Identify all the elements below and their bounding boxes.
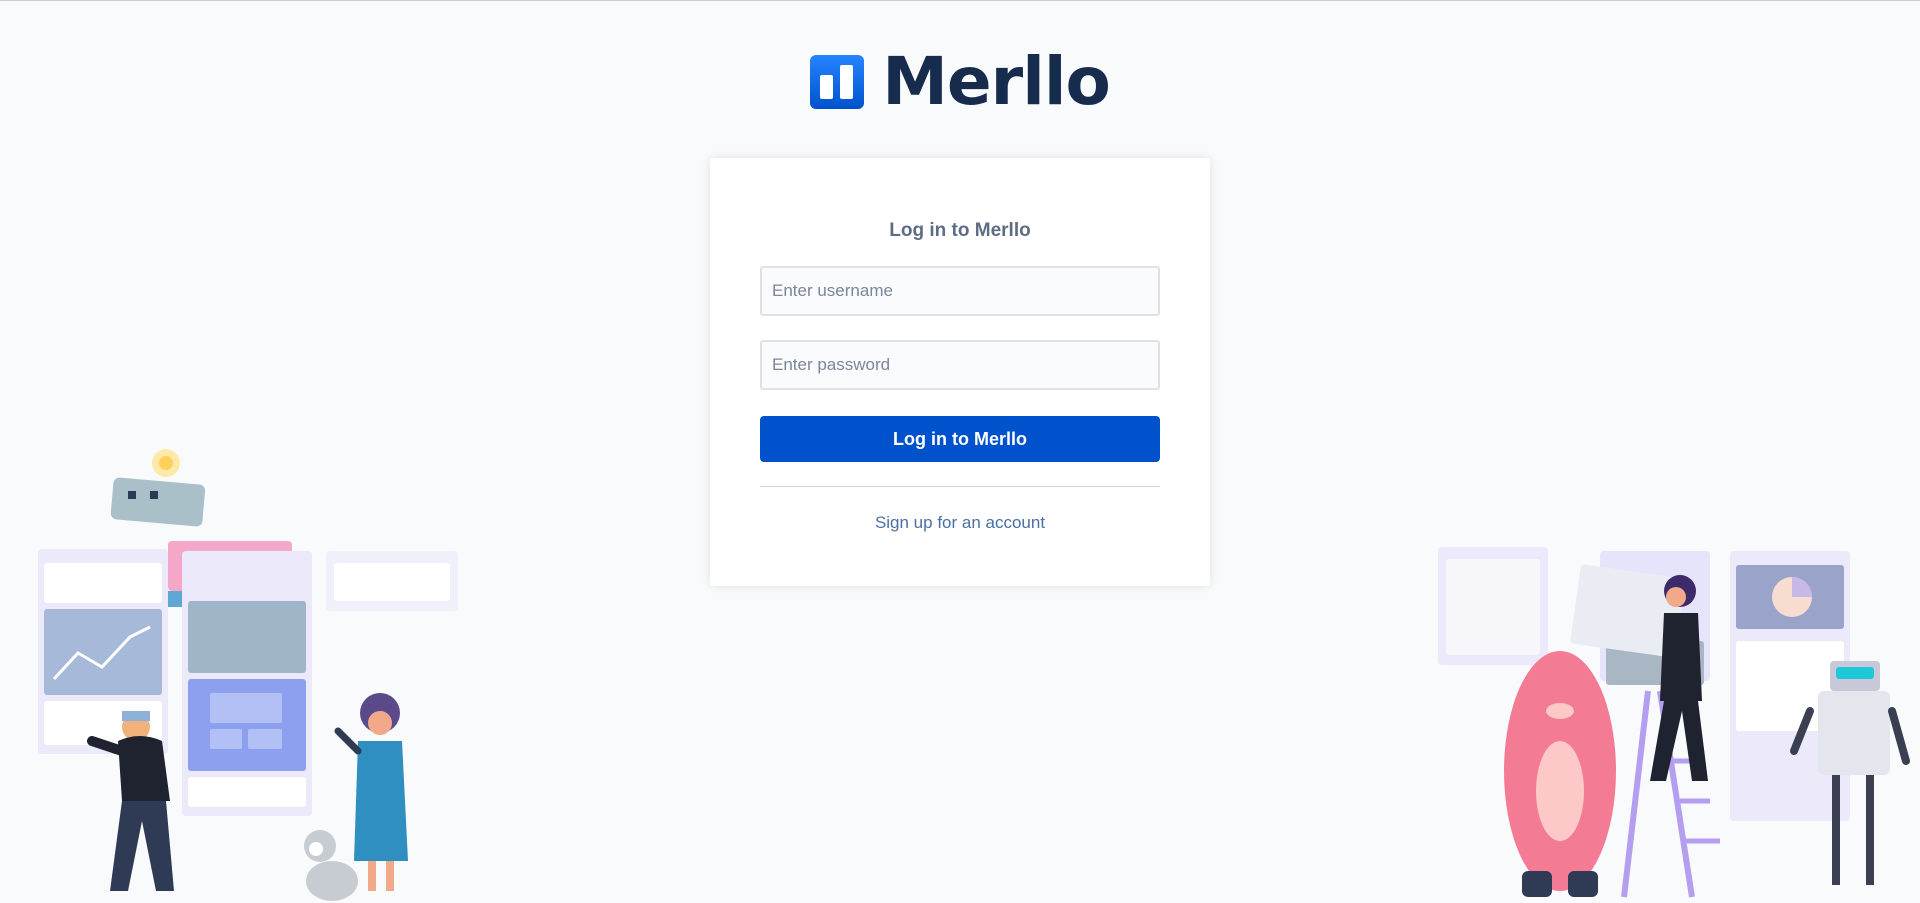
brand-logo: Merllo (0, 49, 1920, 115)
login-title: Log in to Merllo (889, 220, 1031, 241)
login-card: Log in to Merllo Log in to Merllo Sign u… (710, 158, 1210, 586)
board-logo-icon (810, 55, 865, 109)
divider (760, 486, 1160, 487)
brand-name: Merllo (882, 43, 1111, 120)
team-working-illustration (38, 449, 458, 901)
password-input[interactable] (760, 340, 1160, 390)
username-input[interactable] (760, 266, 1160, 316)
login-button[interactable]: Log in to Merllo (760, 416, 1160, 462)
team-building-illustration (1438, 547, 1910, 898)
signup-link[interactable]: Sign up for an account (760, 513, 1160, 533)
